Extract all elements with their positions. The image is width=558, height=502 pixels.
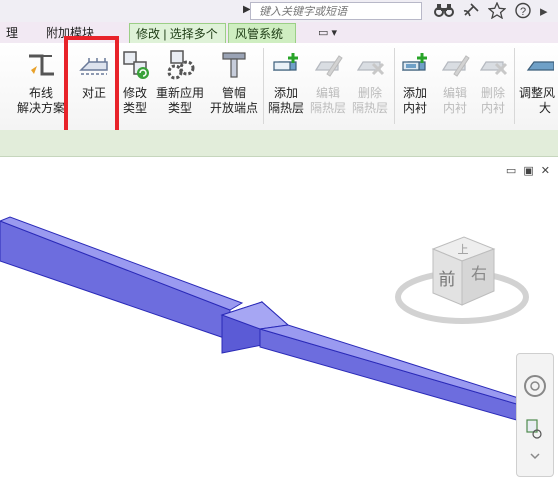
remove-insulation-icon	[350, 48, 390, 82]
remove-insulation-label-1: 删除	[357, 86, 382, 100]
add-lining-label-1: 添加	[402, 86, 427, 100]
resize-duct-label-1: 调整风	[518, 86, 555, 100]
resize-duct-icon	[516, 48, 558, 82]
add-insulation-label-2: 隔热层	[267, 101, 304, 115]
routing-solutions-label-2: 解决方案	[16, 101, 65, 115]
ribbon-separator	[394, 48, 395, 124]
tab-overflow-dropdown[interactable]: ▭ ▾	[312, 23, 343, 43]
remove-insulation-button[interactable]: 删除 隔热层	[350, 48, 390, 116]
help-icon[interactable]: ?	[514, 2, 532, 23]
resize-duct-button[interactable]: 调整风 大	[516, 48, 558, 116]
edit-lining-button[interactable]: 编辑 内衬	[436, 48, 474, 116]
add-insulation-label-1: 添加	[273, 86, 298, 100]
remove-lining-label-1: 删除	[480, 86, 505, 100]
cap-open-ends-label-1: 管帽	[221, 86, 246, 100]
routing-solutions-button[interactable]: 布线 解决方案	[16, 48, 66, 116]
add-lining-button[interactable]: 添加 内衬	[396, 48, 434, 116]
ribbon-separator	[263, 48, 264, 124]
cap-open-ends-label-2: 开放端点	[209, 101, 258, 115]
reapply-type-label-1: 重新应用	[155, 86, 204, 100]
edit-insulation-icon	[308, 48, 348, 82]
add-insulation-button[interactable]: 添加 隔热层	[266, 48, 306, 116]
chevron-down-icon[interactable]	[530, 453, 540, 460]
add-lining-label-2: 内衬	[402, 101, 427, 115]
remove-lining-label-2: 内衬	[480, 101, 505, 115]
resize-duct-label-2: 大	[538, 101, 551, 115]
add-lining-icon	[396, 48, 434, 82]
more-arrow-icon[interactable]: ▸	[540, 2, 548, 20]
highlight-frame	[64, 36, 119, 139]
change-type-label-2: 类型	[122, 101, 147, 115]
viewcube[interactable]: 上 前 右	[431, 236, 496, 306]
change-type-button[interactable]: 修改 类型	[118, 48, 152, 116]
viewcube-top-label: 上	[458, 243, 469, 256]
viewcube-front-label: 前	[439, 270, 456, 290]
view-canvas[interactable]: 上 前 右	[0, 157, 558, 497]
remove-insulation-label-2: 隔热层	[351, 101, 388, 115]
edit-lining-icon	[436, 48, 474, 82]
tab-duct-systems[interactable]: 风管系统	[228, 23, 296, 43]
svg-text:?: ?	[520, 6, 526, 18]
binoculars-icon[interactable]	[434, 2, 454, 22]
steering-wheel-icon[interactable]	[524, 375, 546, 397]
reapply-type-label-2: 类型	[167, 101, 192, 115]
routing-solutions-label-1: 布线	[28, 86, 53, 100]
edit-insulation-label-2: 隔热层	[309, 101, 346, 115]
tab-manage[interactable]: 理	[0, 23, 24, 43]
duct-3d-view: 上 前 右	[0, 216, 530, 422]
cap-open-ends-icon	[208, 48, 260, 82]
reapply-type-button[interactable]: 重新应用 类型	[154, 48, 206, 116]
change-type-label-1: 修改	[122, 86, 147, 100]
star-icon[interactable]	[487, 1, 507, 23]
large-duct-side[interactable]	[0, 220, 231, 341]
routing-solutions-icon	[16, 48, 66, 82]
edit-lining-label-2: 内衬	[442, 101, 467, 115]
edit-insulation-button[interactable]: 编辑 隔热层	[308, 48, 348, 116]
small-duct-top[interactable]	[259, 324, 530, 406]
remove-lining-button[interactable]: 删除 内衬	[474, 48, 512, 116]
view-window-controls[interactable]: ▭ ▣ ✕	[506, 164, 552, 177]
remove-lining-icon	[474, 48, 512, 82]
cap-open-ends-button[interactable]: 管帽 开放端点	[208, 48, 260, 116]
add-insulation-icon	[266, 48, 306, 82]
change-type-icon	[118, 48, 152, 82]
panel-title-strip	[0, 130, 558, 157]
satellite-icon[interactable]	[462, 2, 480, 22]
viewcube-right-label: 右	[471, 264, 487, 283]
edit-insulation-label-1: 编辑	[315, 86, 340, 100]
search-input[interactable]: 键入关键字或短语	[250, 2, 422, 20]
tab-modify-select-multiple[interactable]: 修改 | 选择多个	[129, 23, 226, 43]
ribbon-separator	[514, 48, 515, 124]
small-duct-side[interactable]	[259, 328, 521, 422]
edit-lining-label-1: 编辑	[442, 86, 467, 100]
reapply-type-icon	[154, 48, 206, 82]
navigation-bar[interactable]	[516, 353, 554, 477]
